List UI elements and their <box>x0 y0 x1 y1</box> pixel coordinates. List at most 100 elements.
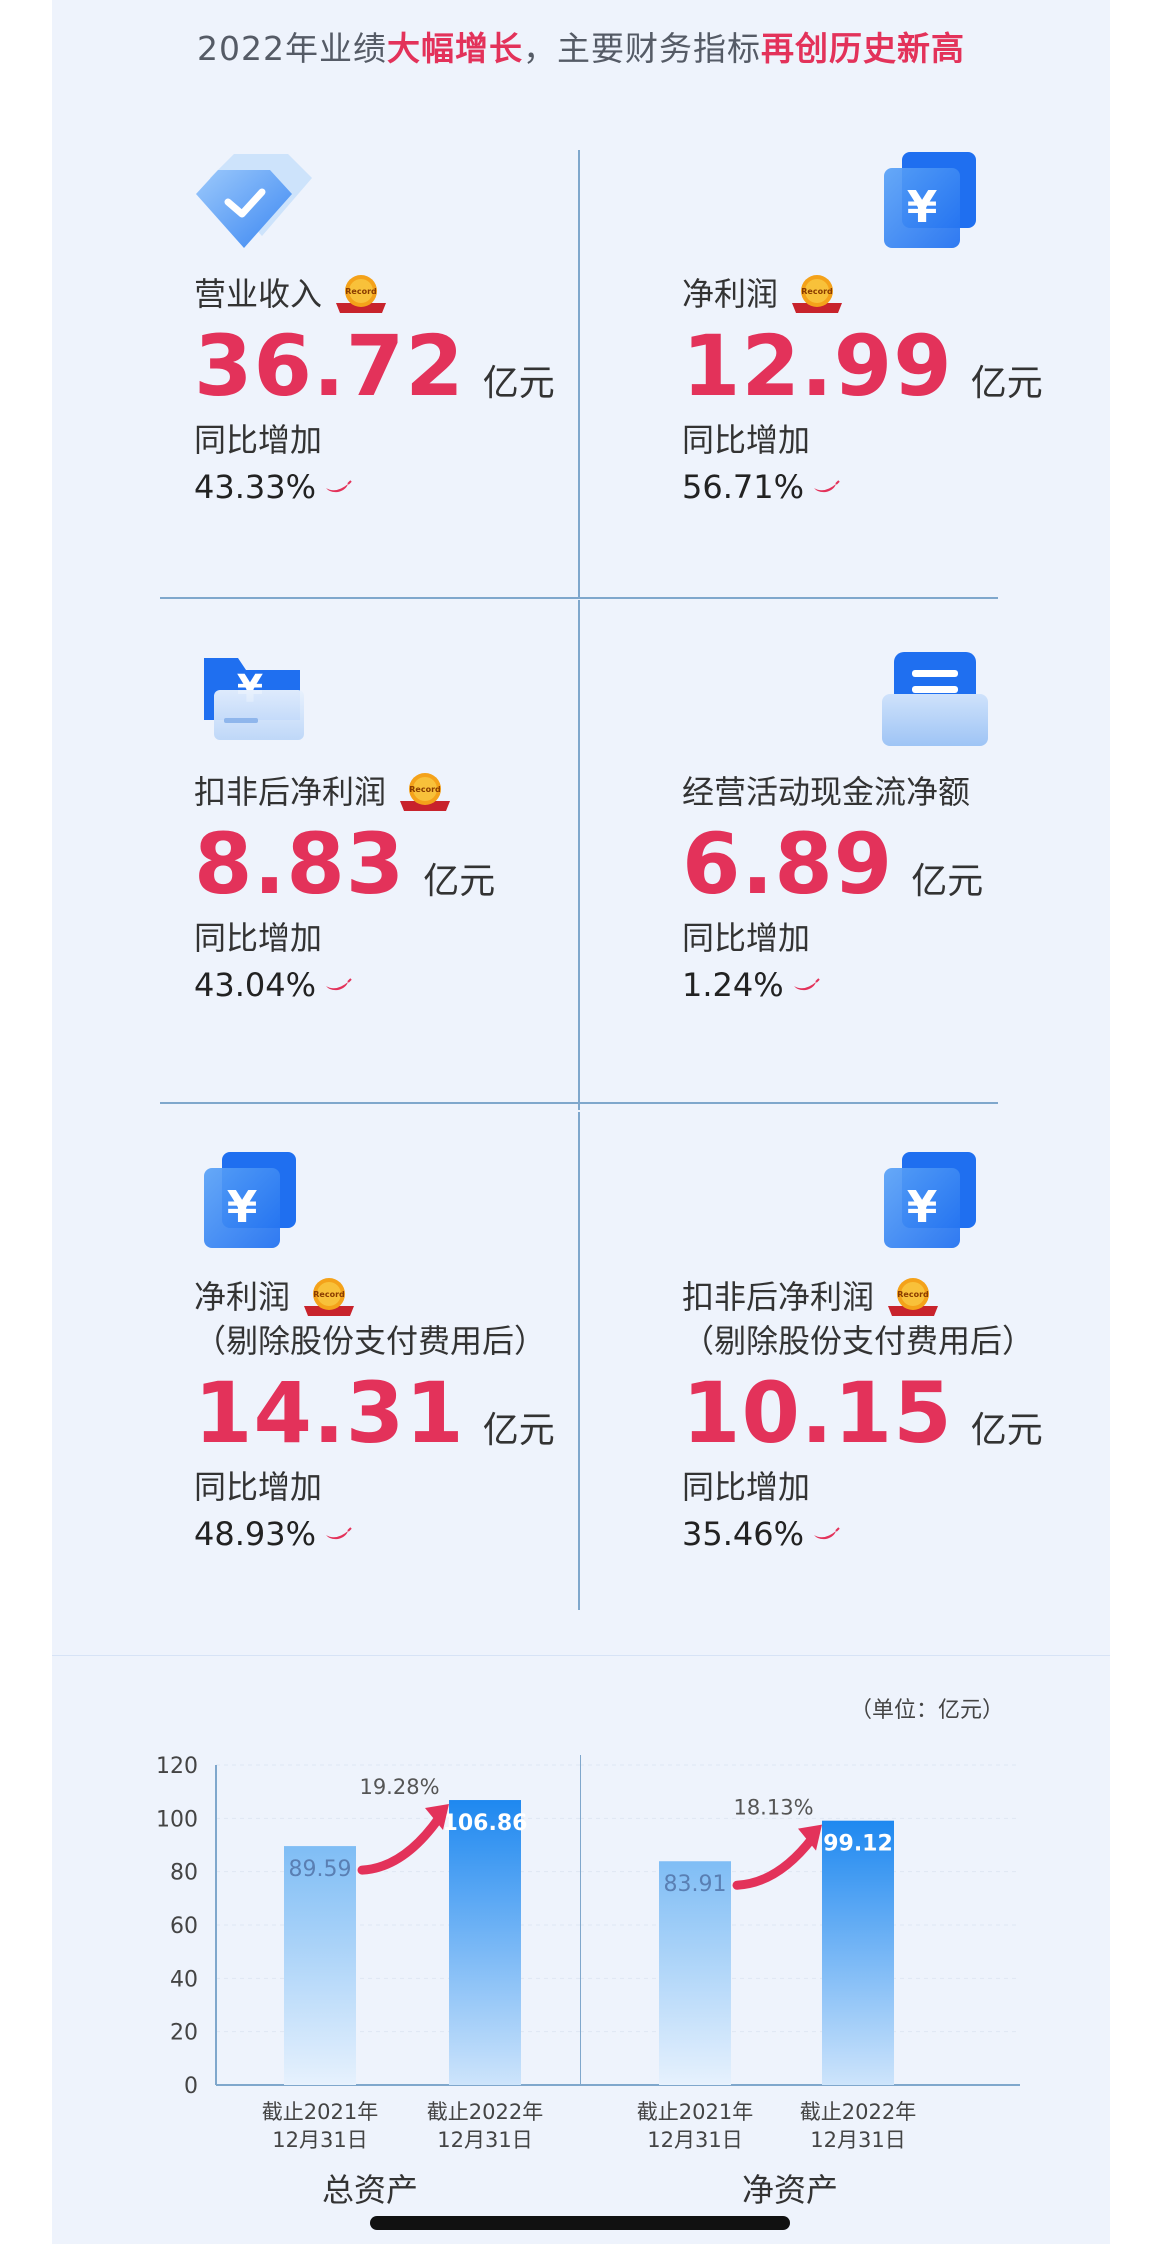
growth-label: 18.13% <box>733 1796 813 1820</box>
red-pepper-icon <box>326 1527 352 1540</box>
total-assets-title: 总资产 <box>321 2171 418 2209</box>
yoy-row: 35.46% <box>682 1509 1102 1559</box>
metric-label-row: 扣非后净利润 Record <box>194 770 614 814</box>
metric-label-row: 净利润 Record <box>682 272 1102 316</box>
metric-unit: 亿元 <box>482 363 555 404</box>
y-tick-label: 20 <box>170 2021 198 2046</box>
x-tick-label: 截止2022年 <box>427 2100 543 2124</box>
diamond-check-icon <box>196 154 312 248</box>
y-tick-label: 120 <box>156 1754 198 1779</box>
svg-text:¥: ¥ <box>907 182 938 233</box>
record-badge-text: Record <box>897 1290 929 1299</box>
yoy-label: 同比增加 <box>682 1468 811 1506</box>
metric-label: 净利润 <box>682 275 779 313</box>
bar-value-label: 106.86 <box>443 1811 528 1836</box>
x-tick-label: 12月31日 <box>272 2128 367 2152</box>
bar-value-label: 89.59 <box>289 1857 352 1882</box>
metric-label: 扣非后净利润 <box>194 773 387 811</box>
metric-value: 14.31 <box>194 1364 465 1462</box>
yuan-document-icon: ¥ <box>884 152 976 248</box>
x-tick-label: 12月31日 <box>437 2128 532 2152</box>
x-tick-label: 截止2022年 <box>800 2100 916 2124</box>
metric-cell: 净利润 Record 12.99 亿元 同比增加 56.71% <box>682 272 1102 512</box>
yoy-value: 35.46% <box>682 1515 805 1553</box>
metric-value-row: 6.89 亿元 <box>682 818 1102 910</box>
growth-label: 19.28% <box>359 1775 439 1799</box>
metric-label-row: 营业收入 Record <box>194 272 614 316</box>
yoy-row: 56.71% <box>682 462 1102 512</box>
y-tick-label: 0 <box>184 2074 198 2099</box>
record-badge-text: Record <box>409 785 441 794</box>
red-pepper-icon <box>814 1527 840 1540</box>
metric-value-row: 8.83 亿元 <box>194 818 614 910</box>
record-badge-text: Record <box>345 287 377 296</box>
metric-unit: 亿元 <box>423 861 496 902</box>
bar <box>822 1820 894 2085</box>
x-tick-label: 12月31日 <box>810 2128 905 2152</box>
metric-value-row: 36.72 亿元 <box>194 320 614 412</box>
metric-cell: 扣非后净利润 Record 8.83 亿元 同比增加 43.04% <box>194 770 614 1010</box>
record-badge-text: Record <box>801 287 833 296</box>
x-tick-label: 截止2021年 <box>637 2100 753 2124</box>
yoy-row: 1.24% <box>682 960 1102 1010</box>
record-badge-text: Record <box>313 1290 345 1299</box>
yoy-value: 1.24% <box>682 966 784 1004</box>
record-medal-icon: Record <box>888 1278 939 1316</box>
metric-value: 6.89 <box>682 815 894 913</box>
bar-value-label: 99.12 <box>823 1832 893 1857</box>
metric-cell: 扣非后净利润 Record （剔除股份支付费用后） 10.15 亿元 同比增加 3… <box>682 1275 1102 1559</box>
metric-label: 扣非后净利润 <box>682 1278 875 1316</box>
y-tick-label: 80 <box>170 1861 198 1886</box>
metric-sublabel: （剔除股份支付费用后） <box>194 1322 547 1360</box>
yoy-label: 同比增加 <box>682 421 811 459</box>
record-medal-icon: Record <box>336 275 387 313</box>
yoy-label: 同比增加 <box>194 421 323 459</box>
total-assets-chart: 0 20 40 60 80 100 120 89.59 截止2021年 12月31日 106.86 截… <box>156 1754 580 2152</box>
yoy-value: 56.71% <box>682 468 805 506</box>
x-tick-label: 截止2021年 <box>262 2100 378 2124</box>
headline-part-2: ，主要财务指标 <box>522 29 761 68</box>
yoy-label: 同比增加 <box>194 919 323 957</box>
svg-text:¥: ¥ <box>227 1182 258 1233</box>
metric-label-row: 经营活动现金流净额 <box>682 770 1102 814</box>
cash-tray-icon <box>882 652 988 746</box>
metric-label-row: 扣非后净利润 Record <box>682 1275 1102 1319</box>
net-assets-title: 净资产 <box>741 2171 838 2209</box>
net-assets-chart: 83.91 截止2021年 12月31日 99.12 截止2022年 12月31日 18.1… <box>580 1755 1020 2152</box>
metric-value-row: 12.99 亿元 <box>682 320 1102 412</box>
yuan-folder-icon: ¥ <box>204 658 304 740</box>
metric-value: 10.15 <box>682 1364 953 1462</box>
yoy-value: 43.04% <box>194 966 317 1004</box>
metric-cell: 营业收入 Record 36.72 亿元 同比增加 43.33% <box>194 272 614 512</box>
yuan-document-icon: ¥ <box>884 1152 976 1248</box>
metric-sublabel: （剔除股份支付费用后） <box>682 1322 1035 1360</box>
growth-arrow <box>357 1813 444 1875</box>
yoy-value: 43.33% <box>194 468 317 506</box>
metric-label: 净利润 <box>194 1278 291 1316</box>
growth-arrow <box>732 1834 817 1890</box>
y-tick-label: 60 <box>170 1914 198 1939</box>
metric-value: 8.83 <box>194 815 406 913</box>
x-tick-label: 12月31日 <box>647 2128 742 2152</box>
metric-value-row: 14.31 亿元 <box>194 1367 614 1459</box>
metric-unit: 亿元 <box>970 1410 1043 1451</box>
yoy-row: 43.33% <box>194 462 614 512</box>
red-pepper-icon <box>793 978 820 991</box>
headline: 2022年业绩大幅增长，主要财务指标再创历史新高 <box>52 22 1110 70</box>
headline-highlight-2: 再创历史新高 <box>760 29 965 68</box>
yoy-label: 同比增加 <box>682 919 811 957</box>
record-medal-icon: Record <box>304 1278 355 1316</box>
yoy-row: 43.04% <box>194 960 614 1010</box>
red-pepper-icon <box>326 480 352 493</box>
headline-highlight-1: 大幅增长 <box>386 29 523 68</box>
divider-horizontal-1 <box>160 597 998 599</box>
headline-part-1: 2022年业绩 <box>197 29 387 68</box>
metric-value: 36.72 <box>194 317 465 415</box>
metric-value: 12.99 <box>682 317 953 415</box>
red-pepper-icon <box>814 480 840 493</box>
yuan-document-icon: ¥ <box>204 1152 296 1248</box>
yoy-label: 同比增加 <box>194 1468 323 1506</box>
yoy-row: 48.93% <box>194 1509 614 1559</box>
metric-cell: 净利润 Record （剔除股份支付费用后） 14.31 亿元 同比增加 48.9… <box>194 1275 614 1559</box>
record-medal-icon: Record <box>792 275 843 313</box>
